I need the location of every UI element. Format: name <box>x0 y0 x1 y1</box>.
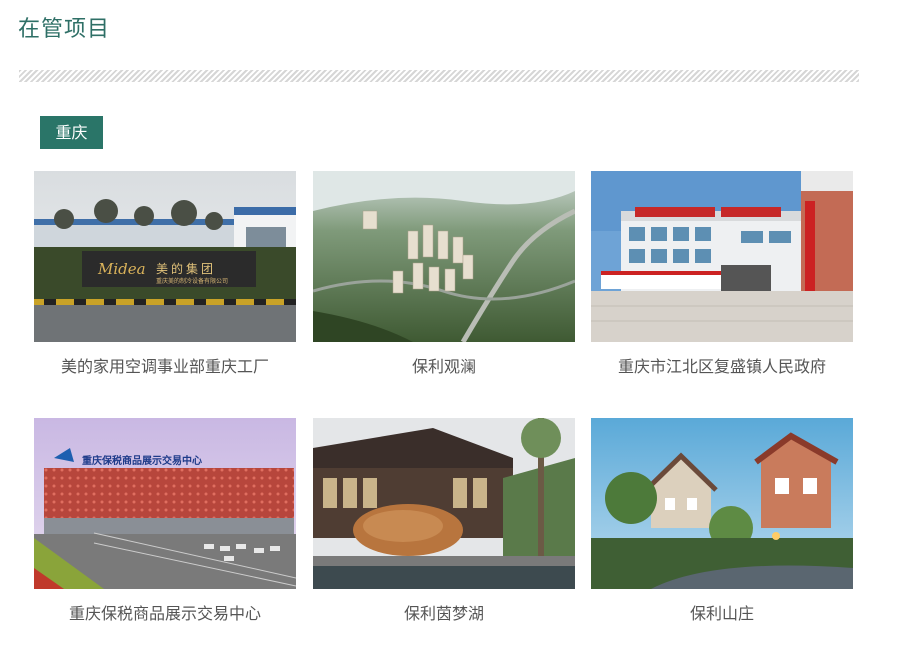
project-photo[interactable]: 重庆保税商品展示交易中心 <box>34 418 296 589</box>
project-card-fusheng-government[interactable]: 重庆市江北区复盛镇人民政府 <box>591 171 853 378</box>
project-name[interactable]: 重庆保税商品展示交易中心 <box>34 603 296 625</box>
building-sign: 重庆保税商品展示交易中心 <box>82 454 202 467</box>
divider <box>19 70 859 82</box>
sign-text: 美的集团 <box>156 261 216 276</box>
project-card-poly-villa[interactable]: 保利山庄 <box>591 418 853 625</box>
project-card-poly-guanlan[interactable]: 保利观澜 <box>313 171 575 378</box>
project-name[interactable]: 保利茵梦湖 <box>313 603 575 625</box>
region-tab-chongqing[interactable]: 重庆 <box>40 116 103 149</box>
project-photo[interactable] <box>313 418 575 589</box>
project-photo[interactable] <box>591 171 853 342</box>
project-photo[interactable] <box>591 418 853 589</box>
project-card-midea-factory[interactable]: Midea 美的集团 重庆美的制冷设备有限公司 美的家用空调事业部重庆工厂 <box>34 171 296 378</box>
project-photo[interactable]: Midea 美的集团 重庆美的制冷设备有限公司 <box>34 171 296 342</box>
project-card-bonded-trade-center[interactable]: 重庆保税商品展示交易中心 重庆保税商品展示交易中心 <box>34 418 296 625</box>
project-name[interactable]: 重庆市江北区复盛镇人民政府 <box>591 356 853 378</box>
project-photo[interactable] <box>313 171 575 342</box>
project-card-poly-yinmeng-lake[interactable]: 保利茵梦湖 <box>313 418 575 625</box>
sign-brand: Midea <box>97 260 146 278</box>
project-name[interactable]: 保利观澜 <box>313 356 575 378</box>
project-name[interactable]: 保利山庄 <box>591 603 853 625</box>
section-title: 在管项目 <box>18 17 111 42</box>
sign-sub: 重庆美的制冷设备有限公司 <box>156 277 228 285</box>
project-name[interactable]: 美的家用空调事业部重庆工厂 <box>34 356 296 378</box>
